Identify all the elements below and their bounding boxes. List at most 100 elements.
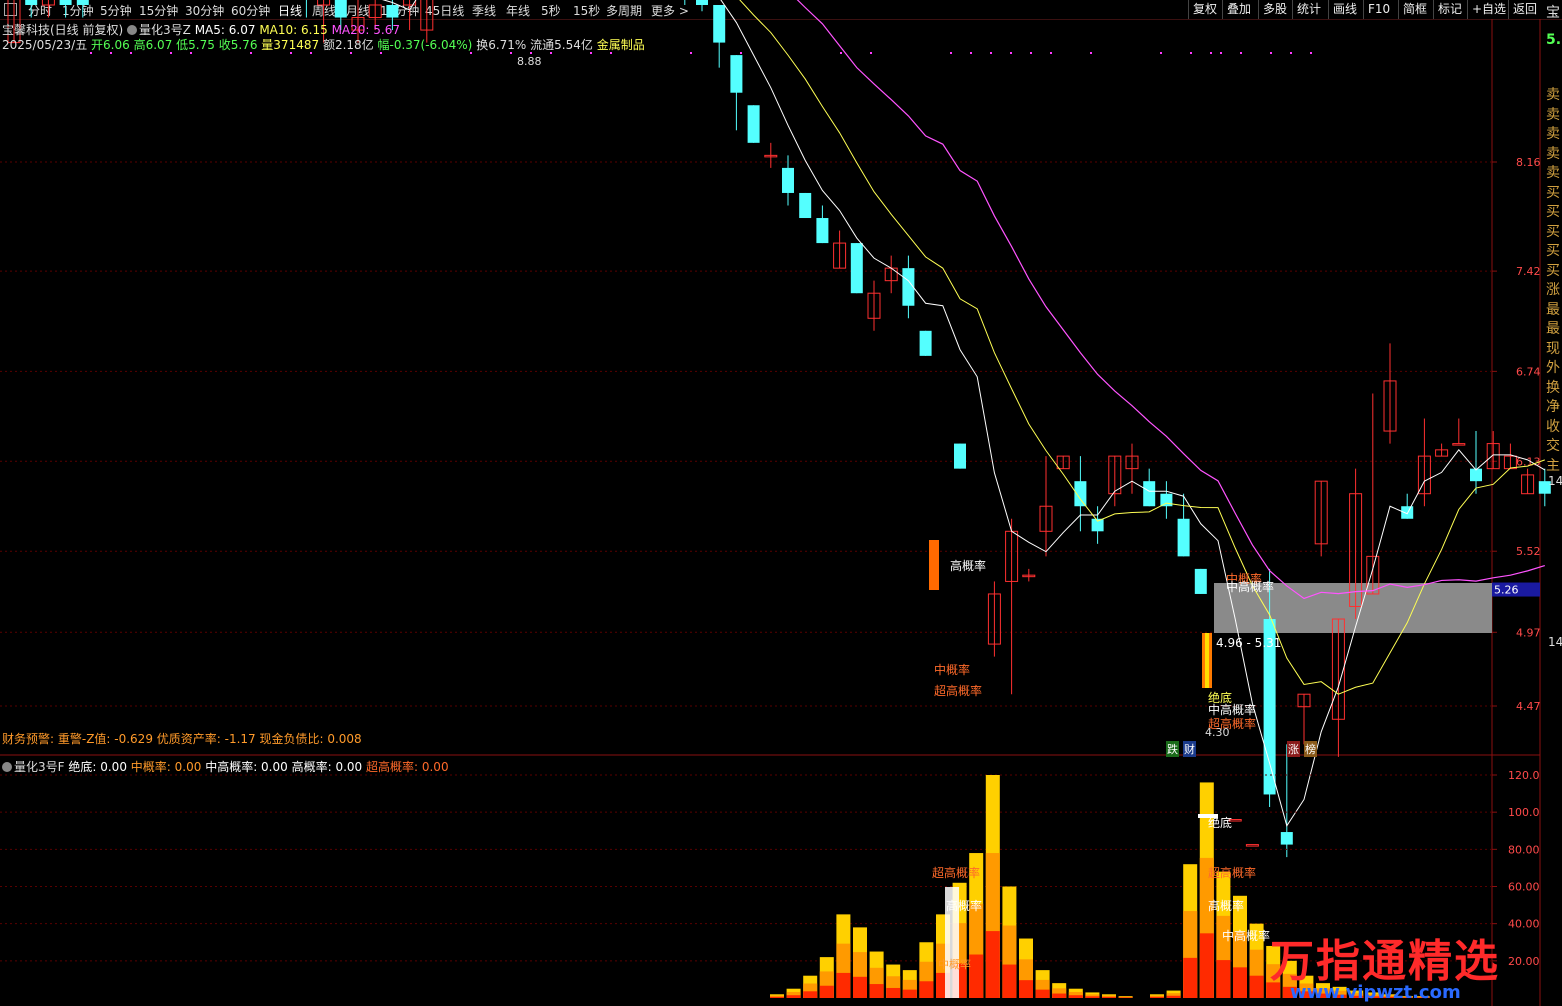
group1-bar-low (886, 987, 901, 998)
right-panel-label: 收 (1546, 418, 1560, 435)
candle-body-down (782, 167, 794, 193)
group1-bar-low (919, 981, 934, 998)
right-panel-label: 现 (1546, 340, 1560, 357)
y-tick-label: 4.47 (1516, 700, 1541, 713)
right-panel-label: 卖 (1546, 87, 1560, 103)
candle-body-down (59, 0, 72, 5)
legend-high: 高概率: 0.00 (291, 760, 363, 774)
candle-body-down (1160, 493, 1173, 507)
signal-dot (690, 52, 692, 54)
candle-body-down (1280, 832, 1293, 845)
signal-dot (1270, 52, 1272, 54)
right-panel-label: 最 (1546, 321, 1560, 337)
signal-bar-core (1205, 633, 1209, 688)
right-panel-label: 买 (1546, 243, 1560, 259)
group1-bar-low (1068, 995, 1083, 998)
kline-chart[interactable]: 8.167.426.746.135.524.974.475.26120.0100… (0, 0, 1562, 1006)
group2-bar-low (1166, 995, 1181, 998)
right-panel-label: 换 (1546, 379, 1560, 396)
ma10-value: MA10: 6.15 (259, 23, 328, 37)
candle-body-down (747, 105, 760, 143)
ma5-line (382, 0, 1546, 827)
group1-bar-low (1118, 997, 1133, 998)
right-panel-label: 卖 (1546, 106, 1560, 123)
legend-mid-high: 中高概率: 0.00 (205, 760, 288, 774)
right-panel-label: 卖 (1546, 126, 1560, 142)
candle-body-down (76, 0, 89, 5)
high-mark-label: 8.88 (517, 55, 542, 68)
candle-body-down (696, 0, 708, 5)
sub-label-mid-high-2: 中高概率 (1222, 929, 1271, 943)
sector-name[interactable]: 金属制品 (597, 38, 645, 52)
sub-y-tick-label: 20.00 (1508, 955, 1540, 968)
group1-bar-low (803, 991, 818, 998)
signal-dot (950, 52, 952, 54)
badge-bang[interactable]: 榜 (1304, 741, 1317, 757)
candle-body-up (1245, 844, 1259, 847)
group1-bar-low (1002, 964, 1017, 998)
sub-y-tick-label: 120.0 (1508, 769, 1540, 782)
badge-zhang[interactable]: 涨 (1287, 741, 1300, 757)
turnover: 换6.71% (476, 38, 527, 52)
candle-body-down (919, 330, 932, 356)
signal-bar-2 (929, 540, 939, 590)
group1-bar-low (1052, 993, 1067, 998)
sub-label-high-2: 高概率 (1208, 899, 1245, 913)
ma5-value: MA5: 6.07 (194, 23, 256, 37)
group2-bar-low (1233, 967, 1247, 998)
group2-bar-low (1183, 957, 1198, 998)
group2-bar-low (1150, 996, 1164, 998)
sub-label-mid: 中概率 (938, 958, 971, 971)
signal-dot (840, 52, 842, 54)
group1-bar-low (869, 984, 884, 998)
candle-body-down (850, 243, 863, 294)
signal-dot (1010, 52, 1012, 54)
indicator-name[interactable]: 量化3号Z (139, 23, 191, 37)
badge-die[interactable]: 跌 (1166, 741, 1179, 757)
right-panel-label: 买 (1546, 184, 1560, 201)
current-price-label: 5.26 (1494, 584, 1519, 597)
signal-dot (1160, 52, 1162, 54)
group1-bar-low (836, 972, 851, 998)
candle-body-down (386, 4, 399, 18)
sub-indicator-name[interactable]: 量化3号F (14, 760, 65, 774)
right-panel-price: 5. (1546, 32, 1562, 48)
right-panel-label: 买 (1546, 204, 1560, 220)
candle-body-down (1177, 518, 1190, 557)
sub-y-tick-label: 60.00 (1508, 881, 1540, 894)
sub-indicator-menu-icon[interactable] (2, 762, 12, 772)
signal-dot (1090, 52, 1092, 54)
indicator-menu-icon[interactable] (127, 25, 138, 35)
float-cap: 流通5.54亿 (530, 38, 593, 52)
amount: 额2.18亿 (322, 38, 374, 52)
signal-dot (1220, 52, 1222, 54)
right-panel-num-b: 14 (1548, 635, 1562, 649)
candle-body-down (334, 0, 347, 18)
right-panel-label: 交 (1546, 438, 1560, 454)
quote-date: 2025/05/23/五 (2, 38, 88, 52)
candle-body-up (1452, 443, 1466, 446)
label-high-prob: 高概率 (950, 559, 987, 573)
ma20-value: MA20: 5.67 (331, 23, 400, 37)
finance-warning: 财务预警: 重警-Z值: -0.629 优质资产率: -1.17 现金负债比: … (2, 732, 362, 746)
candle-body-down (954, 443, 966, 469)
stock-name: 宝馨科技(日线 前复权) (2, 23, 124, 37)
candle-body-down (1143, 481, 1156, 507)
y-tick-label: 6.74 (1516, 365, 1541, 378)
header-line-2: 2025/05/23/五 开6.06 高6.07 低5.75 收5.76 量37… (2, 36, 645, 53)
group1-bar-low (786, 995, 801, 998)
signal-dot (1210, 52, 1212, 54)
y-tick-label: 4.97 (1516, 626, 1541, 639)
sub-label-bottom: 绝底 (1208, 816, 1233, 830)
signal-dot (990, 52, 992, 54)
signal-dot (1050, 52, 1052, 54)
candle-body-down (25, 0, 38, 5)
sub-chart-header: 量化3号F 绝底: 0.00 中概率: 0.00 中高概率: 0.00 高概率:… (2, 758, 449, 775)
sub-y-tick-label: 40.00 (1508, 918, 1540, 931)
candle-body-down (1194, 568, 1207, 594)
open-price: 开6.06 (91, 38, 130, 52)
right-panel-num-a: 14 (1548, 474, 1562, 488)
candle-body-down (713, 4, 726, 43)
group1-bar-low (969, 954, 984, 998)
badge-cai[interactable]: 财 (1183, 741, 1196, 757)
